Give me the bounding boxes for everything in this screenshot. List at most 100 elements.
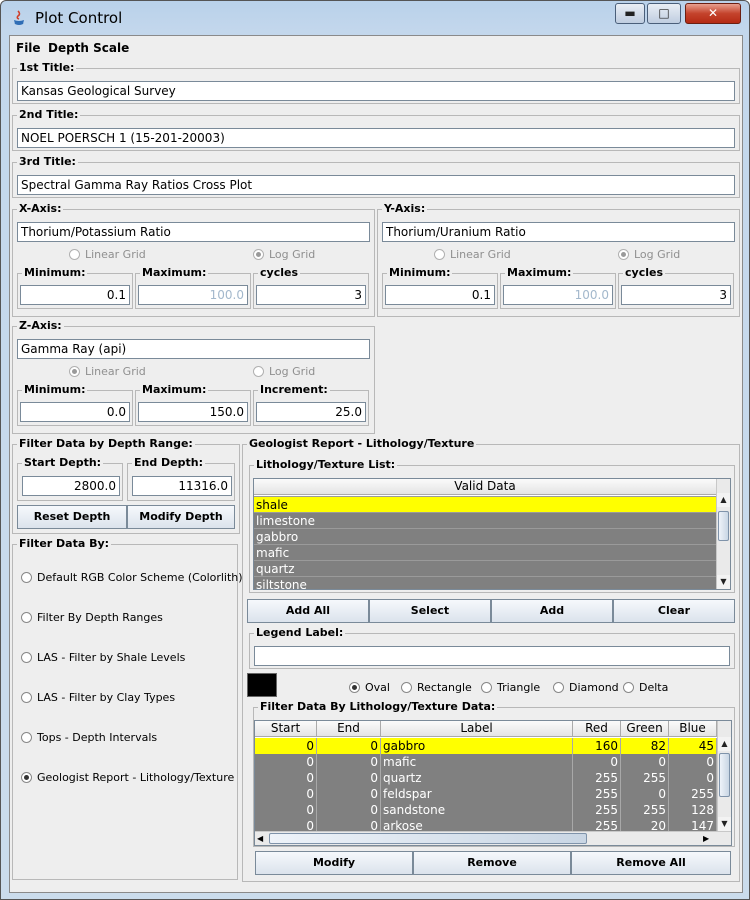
z-increment-field[interactable]: 25.0	[256, 402, 366, 422]
radio-icon	[21, 652, 32, 663]
minimize-button[interactable]: ▬	[615, 3, 645, 24]
z-axis-linear-radio[interactable]: Linear Grid	[69, 365, 146, 379]
menu-depth-scale[interactable]: Depth Scale	[48, 41, 129, 55]
x-max-field[interactable]: 100.0	[138, 285, 248, 305]
list-item[interactable]: siltstone	[254, 576, 716, 589]
table-row[interactable]: 0 0 mafic 0 0 0	[255, 754, 717, 770]
lithology-list[interactable]: Valid Data shale limestone gabbro mafic quar…	[253, 478, 731, 590]
clear-button[interactable]: Clear	[613, 599, 735, 623]
x-axis-title-field[interactable]: Thorium/Potassium Ratio	[17, 222, 370, 242]
table-h-scrollbar[interactable]: ◀ ▶	[255, 831, 731, 845]
shape-radio-delta[interactable]: Delta	[623, 681, 668, 695]
add-button[interactable]: Add	[491, 599, 613, 623]
column-header[interactable]: Blue	[669, 721, 717, 737]
modify-depth-button[interactable]: Modify Depth	[127, 505, 235, 529]
y-axis-log-radio[interactable]: Log Grid	[618, 248, 680, 262]
x-axis-linear-radio[interactable]: Linear Grid	[69, 248, 146, 262]
menu-file[interactable]: File	[16, 41, 41, 55]
radio-icon	[21, 612, 32, 623]
filter-table[interactable]: Start End Label Red Green Blue 0 0 gabbro 160 82 4…	[254, 720, 732, 846]
shape-radio-oval[interactable]: Oval	[349, 681, 390, 695]
list-item[interactable]: gabbro	[254, 528, 716, 544]
select-button[interactable]: Select	[369, 599, 491, 623]
y-axis-title-field[interactable]: Thorium/Uranium Ratio	[382, 222, 735, 242]
third-title-field[interactable]: Spectral Gamma Ray Ratios Cross Plot	[17, 175, 735, 195]
column-header[interactable]: Green	[621, 721, 669, 737]
start-depth-label: Start Depth:	[22, 456, 104, 469]
maximize-button[interactable]: □	[647, 3, 681, 24]
filter-option-clay-types[interactable]: LAS - Filter by Clay Types	[21, 691, 175, 705]
z-axis-log-radio[interactable]: Log Grid	[253, 365, 315, 379]
window-title: Plot Control	[35, 9, 123, 27]
first-title-group: 1st Title: Kansas Geological Survey	[12, 61, 740, 104]
x-min-field[interactable]: 0.1	[20, 285, 130, 305]
table-cell: 160	[573, 738, 621, 754]
radio-icon	[69, 249, 80, 260]
column-header[interactable]: Red	[573, 721, 621, 737]
x-cycles-field[interactable]: 3	[256, 285, 366, 305]
table-row[interactable]: 0 0 quartz 255 255 0	[255, 770, 717, 786]
table-row[interactable]: 0 0 gabbro 160 82 45	[255, 738, 717, 754]
third-title-label: 3rd Title:	[17, 155, 78, 168]
scroll-right-icon[interactable]: ▶	[703, 832, 709, 845]
scroll-down-icon[interactable]: ▼	[717, 575, 730, 589]
table-cell: 0	[255, 738, 317, 754]
filter-option-shale-levels[interactable]: LAS - Filter by Shale Levels	[21, 651, 185, 665]
list-scroll-thumb[interactable]	[718, 511, 729, 541]
list-item[interactable]: shale	[254, 496, 716, 512]
list-item[interactable]: quartz	[254, 560, 716, 576]
table-row[interactable]: 0 0 feldspar 255 0 255	[255, 786, 717, 802]
radio-icon	[434, 249, 445, 260]
reset-depth-button[interactable]: Reset Depth	[17, 505, 127, 529]
z-max-group: Maximum: 150.0	[135, 383, 251, 426]
remove-button[interactable]: Remove	[413, 851, 571, 875]
table-cell: 128	[669, 802, 717, 818]
y-cycles-field[interactable]: 3	[621, 285, 731, 305]
menu-bar: File Depth Scale	[10, 36, 742, 60]
filter-option-tops[interactable]: Tops - Depth Intervals	[21, 731, 157, 745]
shape-radio-triangle[interactable]: Triangle	[481, 681, 540, 695]
color-swatch[interactable]	[247, 673, 277, 697]
close-button[interactable]: ✕	[685, 3, 741, 24]
filter-option-colorlith[interactable]: Default RGB Color Scheme (Colorlith)	[21, 571, 243, 585]
scroll-up-icon[interactable]: ▲	[717, 493, 730, 507]
start-depth-field[interactable]: 2800.0	[22, 476, 120, 496]
column-header[interactable]: Start	[255, 721, 317, 737]
modify-button[interactable]: Modify	[255, 851, 413, 875]
first-title-field[interactable]: Kansas Geological Survey	[17, 81, 735, 101]
table-cell: 0	[669, 770, 717, 786]
filter-option-geologist-report[interactable]: Geologist Report - Lithology/Texture	[21, 771, 234, 785]
remove-all-button[interactable]: Remove All	[571, 851, 731, 875]
filter-option-depth-ranges[interactable]: Filter By Depth Ranges	[21, 611, 163, 625]
x-axis-log-radio[interactable]: Log Grid	[253, 248, 315, 262]
java-icon	[11, 9, 27, 27]
y-min-field[interactable]: 0.1	[385, 285, 495, 305]
table-h-scroll-thumb[interactable]	[269, 833, 587, 844]
table-v-scrollbar[interactable]: ▲ ▼	[717, 721, 731, 831]
table-cell: 0	[255, 802, 317, 818]
second-title-field[interactable]: NOEL POERSCH 1 (15-201-20003)	[17, 128, 735, 148]
list-item[interactable]: mafic	[254, 544, 716, 560]
z-max-field[interactable]: 150.0	[138, 402, 248, 422]
table-v-scroll-thumb[interactable]	[719, 753, 730, 797]
shape-radio-diamond[interactable]: Diamond	[553, 681, 619, 695]
table-row[interactable]: 0 0 sandstone 255 255 128	[255, 802, 717, 818]
scroll-up-icon[interactable]: ▲	[718, 737, 731, 751]
scroll-left-icon[interactable]: ◀	[257, 832, 263, 845]
z-axis-group: Z-Axis: Gamma Ray (api) Linear Grid Log …	[12, 319, 375, 434]
shape-radio-rectangle[interactable]: Rectangle	[401, 681, 472, 695]
add-all-button[interactable]: Add All	[247, 599, 369, 623]
column-header[interactable]: Label	[381, 721, 573, 737]
end-depth-field[interactable]: 11316.0	[132, 476, 232, 496]
y-axis-linear-radio[interactable]: Linear Grid	[434, 248, 511, 262]
z-min-field[interactable]: 0.0	[20, 402, 130, 422]
list-item[interactable]: limestone	[254, 512, 716, 528]
y-max-field[interactable]: 100.0	[503, 285, 613, 305]
scroll-down-icon[interactable]: ▼	[718, 817, 731, 831]
legend-label-field[interactable]	[254, 646, 730, 666]
x-axis-label: X-Axis:	[17, 202, 64, 215]
y-min-group: Minimum: 0.1	[382, 266, 498, 309]
column-header[interactable]: End	[317, 721, 381, 737]
z-axis-title-field[interactable]: Gamma Ray (api)	[17, 339, 370, 359]
list-scrollbar[interactable]: ▲ ▼	[716, 479, 730, 589]
